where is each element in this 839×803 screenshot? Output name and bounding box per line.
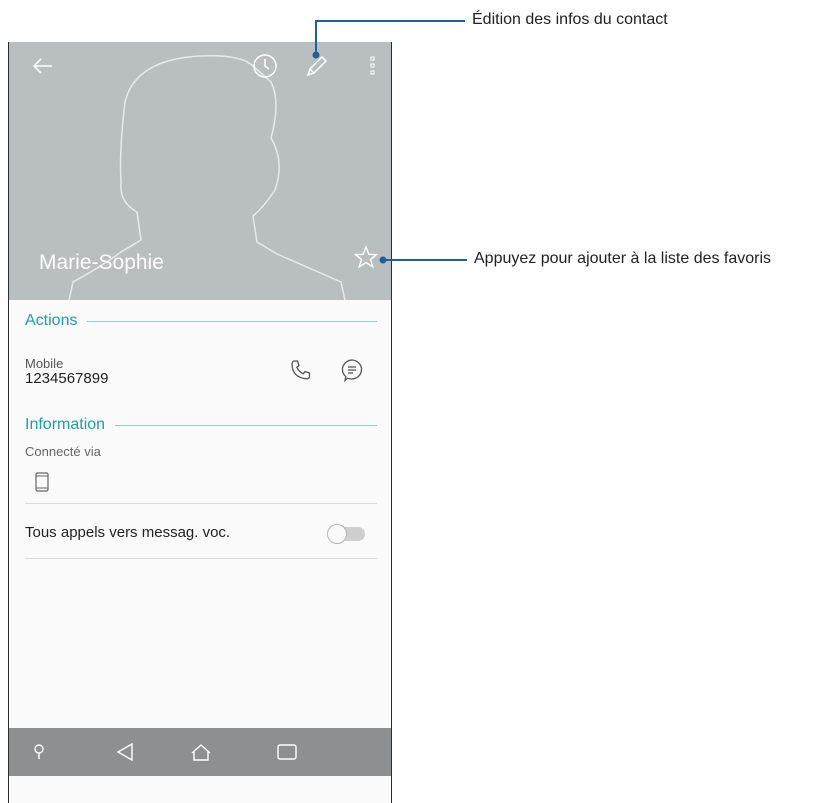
- callout-lines: [312, 20, 467, 264]
- edit-contact-callout: Édition des infos du contact: [472, 11, 668, 28]
- edit-callout-line: [315, 20, 465, 55]
- favorite-callout: Appuyez pour ajouter à la liste des favo…: [474, 250, 772, 267]
